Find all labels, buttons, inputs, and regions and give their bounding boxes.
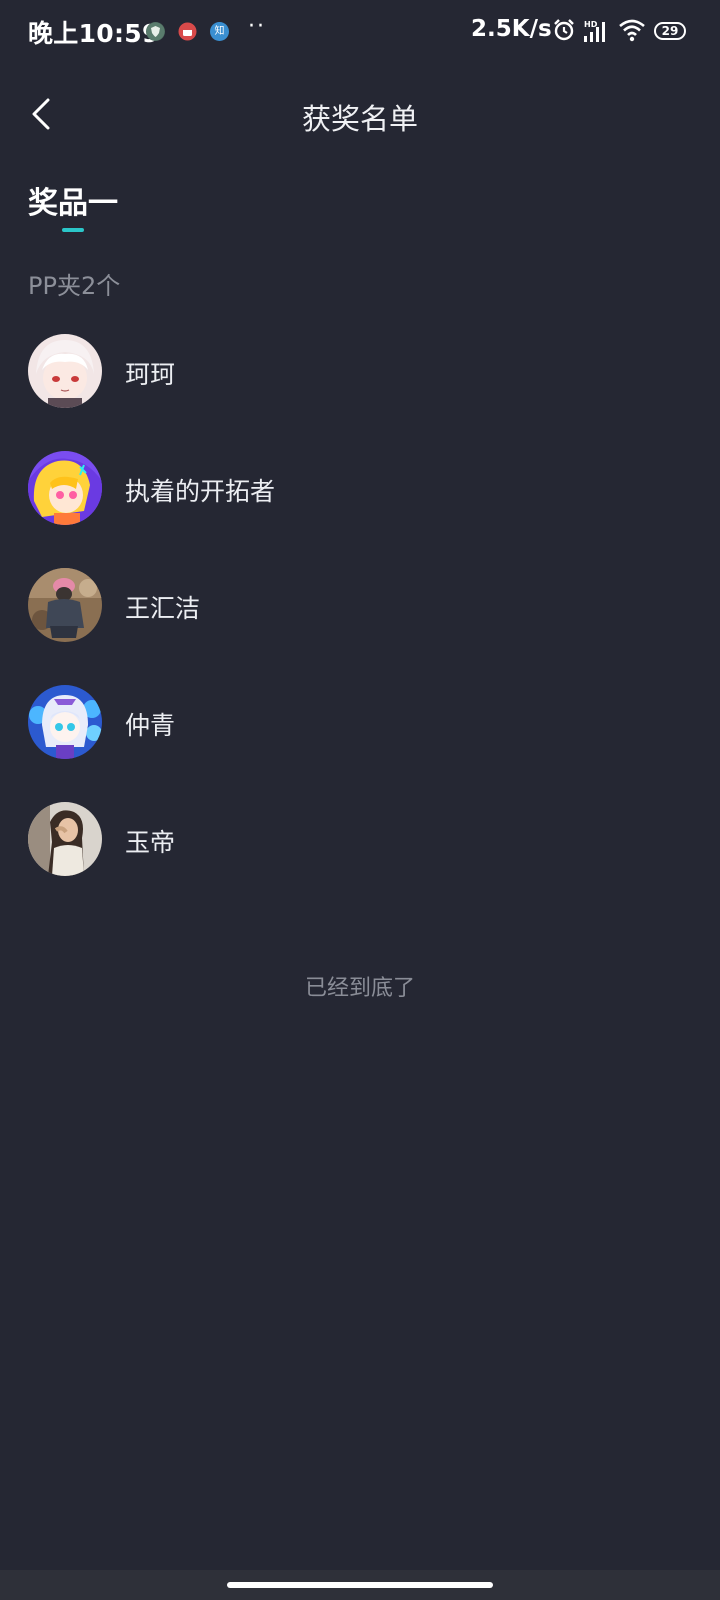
winner-name: 王汇洁	[125, 594, 201, 623]
avatar[interactable]	[28, 685, 102, 759]
avatar[interactable]	[28, 334, 102, 408]
page-title: 获奖名单	[301, 102, 418, 136]
battery-icon: 29	[654, 22, 686, 40]
winner-name: 珂珂	[125, 360, 176, 389]
calendar-app-icon	[178, 22, 197, 41]
avatar[interactable]	[28, 568, 102, 642]
list-item[interactable]: 玉帝	[0, 798, 720, 915]
winner-name: 执着的开拓者	[125, 477, 276, 506]
list-item[interactable]: 仲青	[0, 681, 720, 798]
signal-icon: HD	[584, 18, 610, 48]
winner-name: 玉帝	[125, 828, 176, 857]
winner-list: 珂珂 执着的开拓者 王汇洁 仲青 玉帝	[0, 330, 720, 915]
winner-name: 仲青	[125, 711, 176, 740]
avatar[interactable]	[28, 451, 102, 525]
shield-app-icon	[146, 22, 165, 41]
prize-description: PP夹2个	[28, 272, 121, 300]
avatar[interactable]	[28, 802, 102, 876]
tab-indicator	[62, 228, 84, 232]
list-item[interactable]: 珂珂	[0, 330, 720, 447]
zhihu-icon-label: 知	[214, 26, 225, 37]
home-indicator[interactable]	[227, 1582, 493, 1588]
more-notifications-icon: ··	[248, 14, 266, 39]
status-bar: 晚上10:59 知 ·· 2.5K/s HD 29	[0, 0, 720, 64]
nav-bar: 获奖名单	[0, 82, 720, 146]
gesture-bar	[0, 1570, 720, 1600]
network-speed: 2.5K/s	[471, 16, 552, 42]
svg-text:HD: HD	[584, 20, 598, 29]
list-item[interactable]: 王汇洁	[0, 564, 720, 681]
end-of-list-text: 已经到底了	[304, 976, 415, 1001]
tab-prize-one[interactable]: 奖品一	[28, 178, 118, 222]
list-item[interactable]: 执着的开拓者	[0, 447, 720, 564]
status-time: 晚上10:59	[28, 19, 160, 48]
alarm-icon	[552, 18, 576, 46]
zhihu-app-icon: 知	[210, 22, 229, 41]
wifi-icon	[619, 18, 645, 46]
